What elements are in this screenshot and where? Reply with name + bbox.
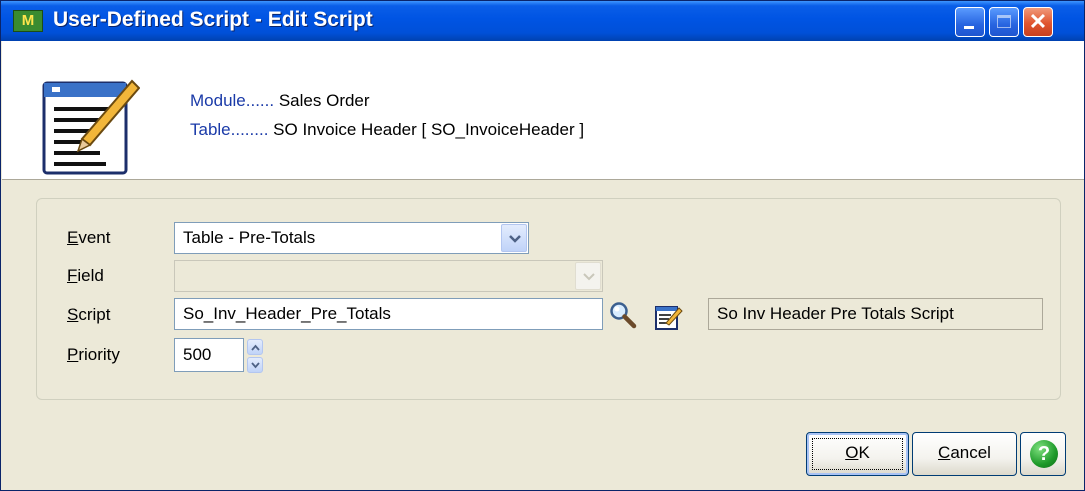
title-bar[interactable]: M User-Defined Script - Edit Script ✕ <box>1 1 1084 41</box>
script-description: So Inv Header Pre Totals Script <box>717 304 954 323</box>
script-document-icon <box>42 79 140 175</box>
chevron-up-icon <box>251 344 260 351</box>
chevron-down-icon <box>251 362 260 369</box>
event-value: Table - Pre-Totals <box>183 228 316 247</box>
event-label: Event <box>67 228 111 247</box>
table-value: SO Invoice Header [ SO_InvoiceHeader ] <box>273 120 585 139</box>
close-icon: ✕ <box>1028 9 1048 34</box>
module-info: Module...... Sales Order <box>190 91 370 111</box>
module-value: Sales Order <box>278 91 370 110</box>
magnifier-icon[interactable] <box>608 300 638 330</box>
app-icon[interactable]: M <box>13 10 43 32</box>
field-dropdown-button[interactable] <box>575 262 601 290</box>
priority-spin-up[interactable] <box>247 339 263 355</box>
module-label: Module...... <box>190 91 275 110</box>
help-button[interactable]: ? <box>1020 432 1066 476</box>
help-icon: ? <box>1030 440 1058 468</box>
script-value: So_Inv_Header_Pre_Totals <box>183 304 391 323</box>
chevron-down-icon <box>509 235 521 243</box>
table-label: Table........ <box>190 120 269 139</box>
script-label: Script <box>67 305 111 324</box>
maximize-button[interactable] <box>989 7 1019 37</box>
minimize-button[interactable] <box>955 7 985 37</box>
field-dropdown[interactable] <box>174 260 603 292</box>
window-title: User-Defined Script - Edit Script <box>53 8 373 31</box>
focus-rectangle <box>812 438 903 470</box>
event-dropdown[interactable]: Table - Pre-Totals <box>174 222 529 254</box>
script-input[interactable]: So_Inv_Header_Pre_Totals <box>174 298 603 330</box>
priority-spin-down[interactable] <box>247 357 263 373</box>
maximize-icon <box>997 15 1011 28</box>
cancel-button[interactable]: Cancel <box>912 432 1017 476</box>
script-description-field: So Inv Header Pre Totals Script <box>708 298 1043 330</box>
chevron-down-icon <box>583 273 595 281</box>
header-panel: Module...... Sales Order Table........ S… <box>2 41 1084 180</box>
table-info: Table........ SO Invoice Header [ SO_Inv… <box>190 120 584 140</box>
priority-input[interactable]: 500 <box>174 338 244 372</box>
priority-value: 500 <box>183 345 212 364</box>
minimize-icon <box>964 26 974 29</box>
priority-label: Priority <box>67 345 120 364</box>
ok-button[interactable]: OK <box>806 432 909 476</box>
close-button[interactable]: ✕ <box>1023 7 1053 37</box>
event-dropdown-button[interactable] <box>501 224 527 252</box>
edit-script-window: M User-Defined Script - Edit Script ✕ Mo… <box>0 0 1085 491</box>
field-label: Field <box>67 266 104 285</box>
edit-script-icon[interactable] <box>653 303 683 333</box>
